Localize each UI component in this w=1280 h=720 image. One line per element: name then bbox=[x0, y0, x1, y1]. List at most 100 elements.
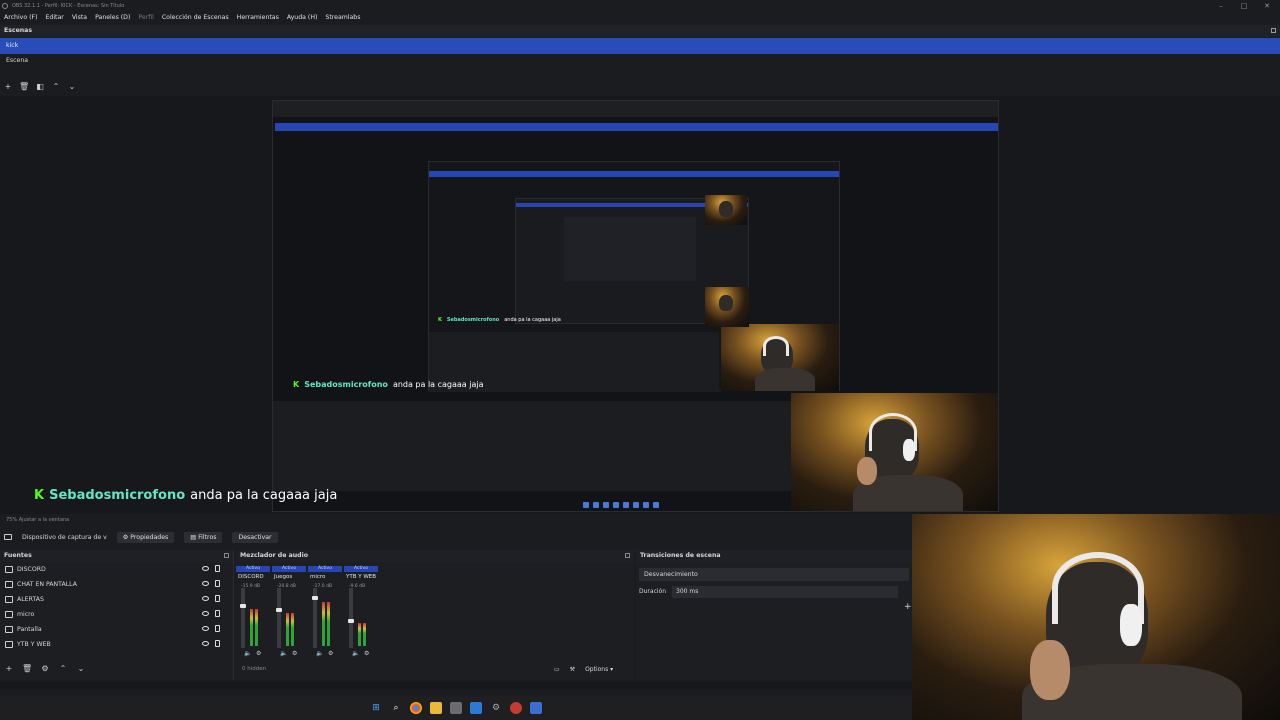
fader-knob[interactable] bbox=[240, 603, 246, 608]
menu-archivo[interactable]: Archivo (F) bbox=[4, 12, 37, 24]
arrow-down-icon[interactable]: ⌄ bbox=[67, 82, 77, 92]
eye-icon[interactable] bbox=[202, 566, 209, 571]
chat-username: Sebadosmicrofono bbox=[49, 488, 186, 503]
menu-vista[interactable]: Vista bbox=[72, 12, 87, 24]
file-explorer-icon[interactable] bbox=[430, 702, 442, 714]
scene-item-escena[interactable]: Escena bbox=[0, 54, 1280, 68]
menu-streamlabs[interactable]: Streamlabs bbox=[325, 12, 360, 24]
channel-name[interactable]: DISCORD bbox=[238, 574, 264, 580]
speaker-icon[interactable]: 🔈 bbox=[352, 650, 359, 657]
wrench-icon[interactable]: ⚒ bbox=[570, 666, 575, 673]
source-item-alertas[interactable]: ALERTAS bbox=[0, 592, 233, 607]
lock-icon[interactable] bbox=[215, 595, 220, 602]
channel-name[interactable]: Juegos bbox=[274, 574, 292, 580]
add-icon[interactable]: + bbox=[3, 82, 13, 92]
scene-item-kick[interactable]: kick bbox=[0, 38, 1280, 54]
sources-toolbar: + 🗑 ⚙ ⌃ ⌄ bbox=[4, 664, 86, 674]
level-meter bbox=[291, 613, 294, 646]
speaker-icon[interactable]: 🔈 bbox=[280, 650, 287, 657]
properties-button[interactable]: ⚙ Propiedades bbox=[116, 531, 175, 543]
channel-name[interactable]: YTB Y WEB bbox=[346, 574, 376, 580]
obs-logo-icon bbox=[2, 3, 8, 9]
mail-icon[interactable] bbox=[470, 702, 482, 714]
source-item-discord[interactable]: DISCORD bbox=[0, 562, 233, 577]
gear-icon[interactable]: ⚙ bbox=[40, 664, 50, 674]
gear-icon[interactable]: ⚙ bbox=[292, 650, 297, 657]
eye-icon[interactable] bbox=[202, 611, 209, 616]
dock-float-icon[interactable] bbox=[1271, 28, 1276, 33]
close-button[interactable]: ✕ bbox=[1256, 0, 1278, 12]
fader-knob[interactable] bbox=[348, 618, 354, 623]
mini-titlebar bbox=[273, 101, 998, 117]
preview-zoom-bar[interactable]: 75% Ajustar a la ventana bbox=[0, 515, 912, 525]
fader-knob[interactable] bbox=[312, 596, 318, 601]
duration-row: Duración 300 ms bbox=[639, 586, 899, 598]
arrow-down-icon[interactable]: ⌄ bbox=[76, 664, 86, 674]
grid-icon[interactable]: ▭ bbox=[554, 666, 560, 673]
mini-webcam-3 bbox=[705, 195, 747, 225]
dock-float-icon[interactable] bbox=[224, 553, 229, 558]
channel-name[interactable]: micro bbox=[310, 574, 325, 580]
arrow-up-icon[interactable]: ⌃ bbox=[51, 82, 61, 92]
kick-icon: K bbox=[34, 488, 45, 503]
audio-source-icon bbox=[5, 566, 13, 573]
add-icon[interactable]: + bbox=[4, 664, 14, 674]
source-item-ytb-web[interactable]: YTB Y WEB bbox=[0, 637, 233, 652]
fader-knob[interactable] bbox=[276, 608, 282, 613]
dock-float-icon[interactable] bbox=[625, 553, 630, 558]
maximize-button[interactable]: □ bbox=[1233, 0, 1255, 12]
duration-input[interactable]: 300 ms bbox=[672, 586, 899, 598]
level-meter bbox=[286, 613, 289, 646]
lock-icon[interactable] bbox=[215, 640, 220, 647]
shield-app-icon[interactable] bbox=[530, 702, 542, 714]
gear-icon[interactable]: ⚙ bbox=[256, 650, 261, 657]
windows-start-icon[interactable]: ⊞ bbox=[370, 702, 382, 714]
red-app-icon[interactable] bbox=[510, 702, 522, 714]
calculator-icon[interactable] bbox=[450, 702, 462, 714]
transition-select[interactable]: Desvanecimiento bbox=[639, 568, 909, 581]
eye-icon[interactable] bbox=[202, 581, 209, 586]
source-item-chat[interactable]: CHAT EN PANTALLA bbox=[0, 577, 233, 592]
mini-webcam-1 bbox=[791, 393, 998, 511]
eye-icon[interactable] bbox=[202, 626, 209, 631]
lock-icon[interactable] bbox=[215, 610, 220, 617]
display-capture: K Sebadosmicrofono anda pa la cagaaa jaja … bbox=[272, 100, 999, 512]
gear-icon[interactable]: ⚙ bbox=[364, 650, 369, 657]
add-icon[interactable]: + bbox=[904, 602, 912, 612]
minimize-button[interactable]: – bbox=[1210, 0, 1232, 12]
menu-coleccion-escenas[interactable]: Colección de Escenas bbox=[162, 12, 229, 24]
active-indicator: Activo bbox=[344, 566, 378, 572]
filters-button[interactable]: ▤ Filtros bbox=[184, 531, 223, 543]
eye-icon[interactable] bbox=[202, 596, 209, 601]
menu-perfil[interactable]: Perfil bbox=[138, 12, 153, 24]
trash-icon[interactable]: 🗑 bbox=[19, 82, 29, 92]
menu-herramientas[interactable]: Herramientas bbox=[237, 12, 279, 24]
trash-icon[interactable]: 🗑 bbox=[22, 664, 32, 674]
menu-ayuda[interactable]: Ayuda (H) bbox=[287, 12, 318, 24]
camera-icon bbox=[4, 534, 12, 540]
scenes-title: Escenas bbox=[4, 27, 33, 34]
gear-icon[interactable]: ⚙ bbox=[328, 650, 333, 657]
settings-icon[interactable]: ⚙ bbox=[490, 702, 502, 714]
deactivate-button[interactable]: Desactivar bbox=[232, 531, 278, 543]
menu-paneles[interactable]: Paneles (D) bbox=[95, 12, 130, 24]
sources-header: Fuentes bbox=[0, 550, 233, 562]
filter-icon[interactable]: ◧ bbox=[35, 82, 45, 92]
lock-icon[interactable] bbox=[215, 580, 220, 587]
volume-fader[interactable] bbox=[241, 588, 245, 648]
speaker-icon[interactable]: 🔈 bbox=[316, 650, 323, 657]
eye-icon[interactable] bbox=[202, 641, 209, 646]
volume-fader[interactable] bbox=[277, 588, 281, 648]
chrome-icon[interactable] bbox=[410, 702, 422, 714]
lock-icon[interactable] bbox=[215, 565, 220, 572]
mini-capture-2 bbox=[428, 161, 840, 392]
lock-icon[interactable] bbox=[215, 625, 220, 632]
source-item-pantalla[interactable]: Pantalla bbox=[0, 622, 233, 637]
source-item-micro[interactable]: micro bbox=[0, 607, 233, 622]
speaker-icon[interactable]: 🔈 bbox=[244, 650, 251, 657]
menu-editar[interactable]: Editar bbox=[45, 12, 63, 24]
selected-source-name: Dispositivo de captura de v bbox=[22, 533, 107, 541]
arrow-up-icon[interactable]: ⌃ bbox=[58, 664, 68, 674]
search-icon[interactable]: ⌕ bbox=[390, 702, 402, 714]
options-button[interactable]: Options ▾ bbox=[585, 666, 613, 673]
